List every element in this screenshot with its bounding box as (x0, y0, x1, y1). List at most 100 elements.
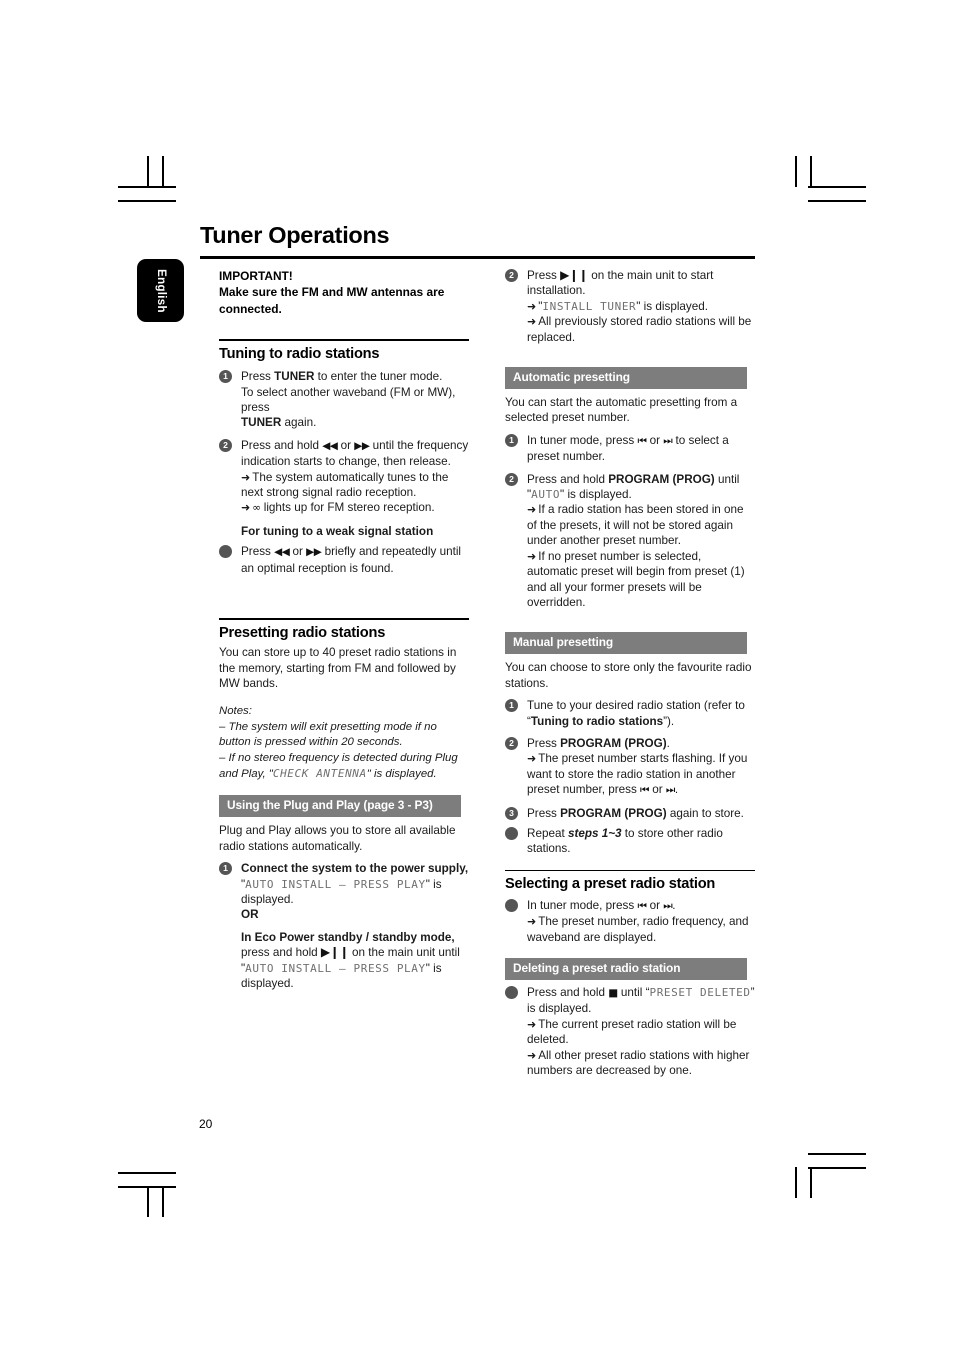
text-fragment: . (674, 783, 679, 797)
tuning-step2-line1: Press and hold ◀◀ or ▶▶ until the freque… (241, 438, 469, 454)
bullet-marker (505, 986, 518, 999)
section-heading-selecting: Selecting a preset radio station (505, 876, 716, 893)
lcd-text-auto-install-1: AUTO INSTALL – PRESS PLAY (245, 877, 426, 891)
plug-play-step2-arrow-2: ➜ All previously stored radio stations wi… (527, 314, 755, 345)
list-item-manual-repeat: Repeat steps 1~3 to store other radio st… (505, 826, 755, 857)
list-item-manual-step-2: 2 Press PROGRAM (PROG). ➜ The preset numb… (505, 736, 755, 799)
automatic-presetting-intro: You can start the automatic presetting f… (505, 396, 738, 425)
step-marker-3: 3 (505, 806, 518, 820)
arrow-icon: ➜ (527, 1017, 537, 1031)
left-column: IMPORTANT! Make sure the FM and MW anten… (219, 268, 469, 991)
text-fragment: is displayed. (640, 299, 709, 313)
section-heading-presetting: Presetting radio stations (219, 624, 386, 641)
lcd-text-auto: AUTO (531, 488, 561, 502)
important-line-1: IMPORTANT! (219, 269, 293, 283)
tuning-step1-line3: TUNER again. (241, 415, 469, 430)
auto-step2-line1: Press and hold PROGRAM (PROG) until "AUT… (527, 472, 755, 503)
section-rule-presetting (219, 618, 469, 620)
text-fragment: " is displayed. (560, 488, 632, 502)
section-heading-tuning: Tuning to radio stations (219, 345, 380, 362)
auto-step2-arrow-1: ➜ If a radio station has been stored in o… (527, 502, 755, 548)
lcd-text-check-antenna: CHECK ANTENNA (272, 766, 367, 780)
text-fragment: The system automatically tunes to the ne… (241, 470, 449, 500)
rewind-icon: ◀◀ (322, 439, 338, 452)
text-fragment: In tuner mode, press (527, 433, 638, 447)
plug-play-intro: Plug and Play allows you to store all av… (219, 824, 456, 853)
next-track-icon: ⏭ (663, 899, 673, 912)
fast-forward-icon: ▶▶ (306, 546, 322, 559)
step-marker-1: 1 (505, 699, 518, 713)
note-2: – If no stereo frequency is detected dur… (219, 751, 469, 783)
step-marker-2: 2 (219, 438, 232, 452)
crop-mark-bottom-right-v2 (810, 1167, 812, 1198)
bullet-marker (505, 898, 518, 912)
crop-mark-top-left-h2 (118, 200, 176, 202)
text-fragment: or (649, 783, 666, 797)
deleting-preset-line1: Press and hold ■ until “PRESET DELETED” … (527, 985, 755, 1017)
play-pause-icon: ▶❙❙ (320, 945, 349, 960)
lcd-text-preset-deleted: PRESET DELETED (649, 986, 751, 999)
language-tab-label: English (154, 268, 167, 313)
bullet-marker (505, 826, 518, 840)
previous-track-icon: ⏮ (640, 784, 649, 797)
plug-play-step1-line1: Connect the system to the power supply, (241, 862, 469, 876)
subsection-bar-automatic-presetting: Automatic presetting (505, 367, 747, 390)
manual-repeat-text: Repeat steps 1~3 to store other radio st… (527, 826, 755, 857)
manual-step2-arrow-1: ➜ The preset number starts flashing. If y… (527, 751, 755, 798)
important-notice: IMPORTANT! Make sure the FM and MW anten… (219, 268, 469, 317)
arrow-icon: ➜ (241, 501, 251, 515)
lcd-text-auto-install-2: AUTO INSTALL – PRESS PLAY (245, 961, 426, 975)
text-fragment: lights up for FM stereo reception. (260, 501, 435, 515)
right-column: 2 Press ▶❙❙ on the main unit to start in… (505, 268, 755, 1078)
text-fragment: The current preset radio station will be… (527, 1017, 737, 1047)
text-fragment: All previously stored radio stations wil… (527, 315, 752, 344)
text-fragment: to enter the tuner mode. (314, 370, 443, 384)
note-1: – The system will exit presetting mode i… (219, 720, 437, 749)
text-fragment: Press and hold (241, 438, 323, 452)
button-name-program: PROGRAM (PROG) (608, 472, 715, 486)
subsection-bar-manual-presetting: Manual presetting (505, 632, 747, 655)
crop-mark-top-left-v2 (162, 156, 164, 187)
arrow-icon: ➜ (527, 1048, 537, 1062)
tuning-step2-line2: indication starts to change, then releas… (241, 455, 451, 469)
list-item-manual-step-3: 3 Press PROGRAM (PROG) again to store. (505, 806, 755, 821)
tuning-step1-line2: To select another waveband (FM or MW), p… (241, 385, 456, 415)
language-tab: English (137, 259, 184, 322)
play-pause-icon: ▶❙❙ (560, 268, 588, 282)
crop-mark-top-left-v1 (147, 156, 149, 187)
auto-step1-text: In tuner mode, press ⏮ or ⏭ to select a … (527, 433, 755, 465)
steps-reference: steps 1~3 (567, 826, 622, 840)
subsection-bar-plug-and-play: Using the Plug and Play (page 3 - P3) (219, 795, 461, 818)
list-item-plug-play-step-1: 1 Connect the system to the power supply… (219, 861, 469, 991)
plug-play-step1-line2: In Eco Power standby / standby mode, (241, 930, 455, 944)
button-name-program: PROGRAM (PROG) (560, 736, 667, 750)
text-fragment: or (289, 545, 307, 559)
crop-mark-top-right-v1 (795, 156, 797, 187)
crop-mark-top-right-v2 (810, 156, 812, 187)
text-fragment: Press (241, 545, 275, 559)
text-fragment: . (672, 898, 676, 912)
text-fragment: Press and hold (527, 472, 609, 486)
plug-play-step1-line3: press and hold ▶❙❙ on the main unit unti… (241, 945, 469, 960)
list-item-auto-step-2: 2 Press and hold PROGRAM (PROG) until "A… (505, 472, 755, 611)
step-marker-2: 2 (505, 472, 518, 486)
auto-step2-arrow-2: ➜ If no preset number is selected, automa… (527, 549, 755, 611)
text-fragment: press and hold (241, 946, 321, 960)
crop-mark-bottom-left-v2 (162, 1186, 164, 1217)
text-fragment: until “ (617, 986, 650, 999)
crop-mark-top-right-h1 (808, 186, 866, 188)
arrow-icon: ➜ (527, 549, 537, 563)
crop-mark-bottom-right-h2 (808, 1167, 866, 1169)
weak-signal-text: Press ◀◀ or ▶▶ briefly and repeatedly un… (241, 544, 469, 576)
important-line-3: connected. (219, 301, 282, 316)
text-fragment: If no preset number is selected, automat… (527, 549, 745, 609)
section-rule-tuning (219, 339, 469, 341)
text-fragment: " is displayed. (366, 767, 437, 780)
